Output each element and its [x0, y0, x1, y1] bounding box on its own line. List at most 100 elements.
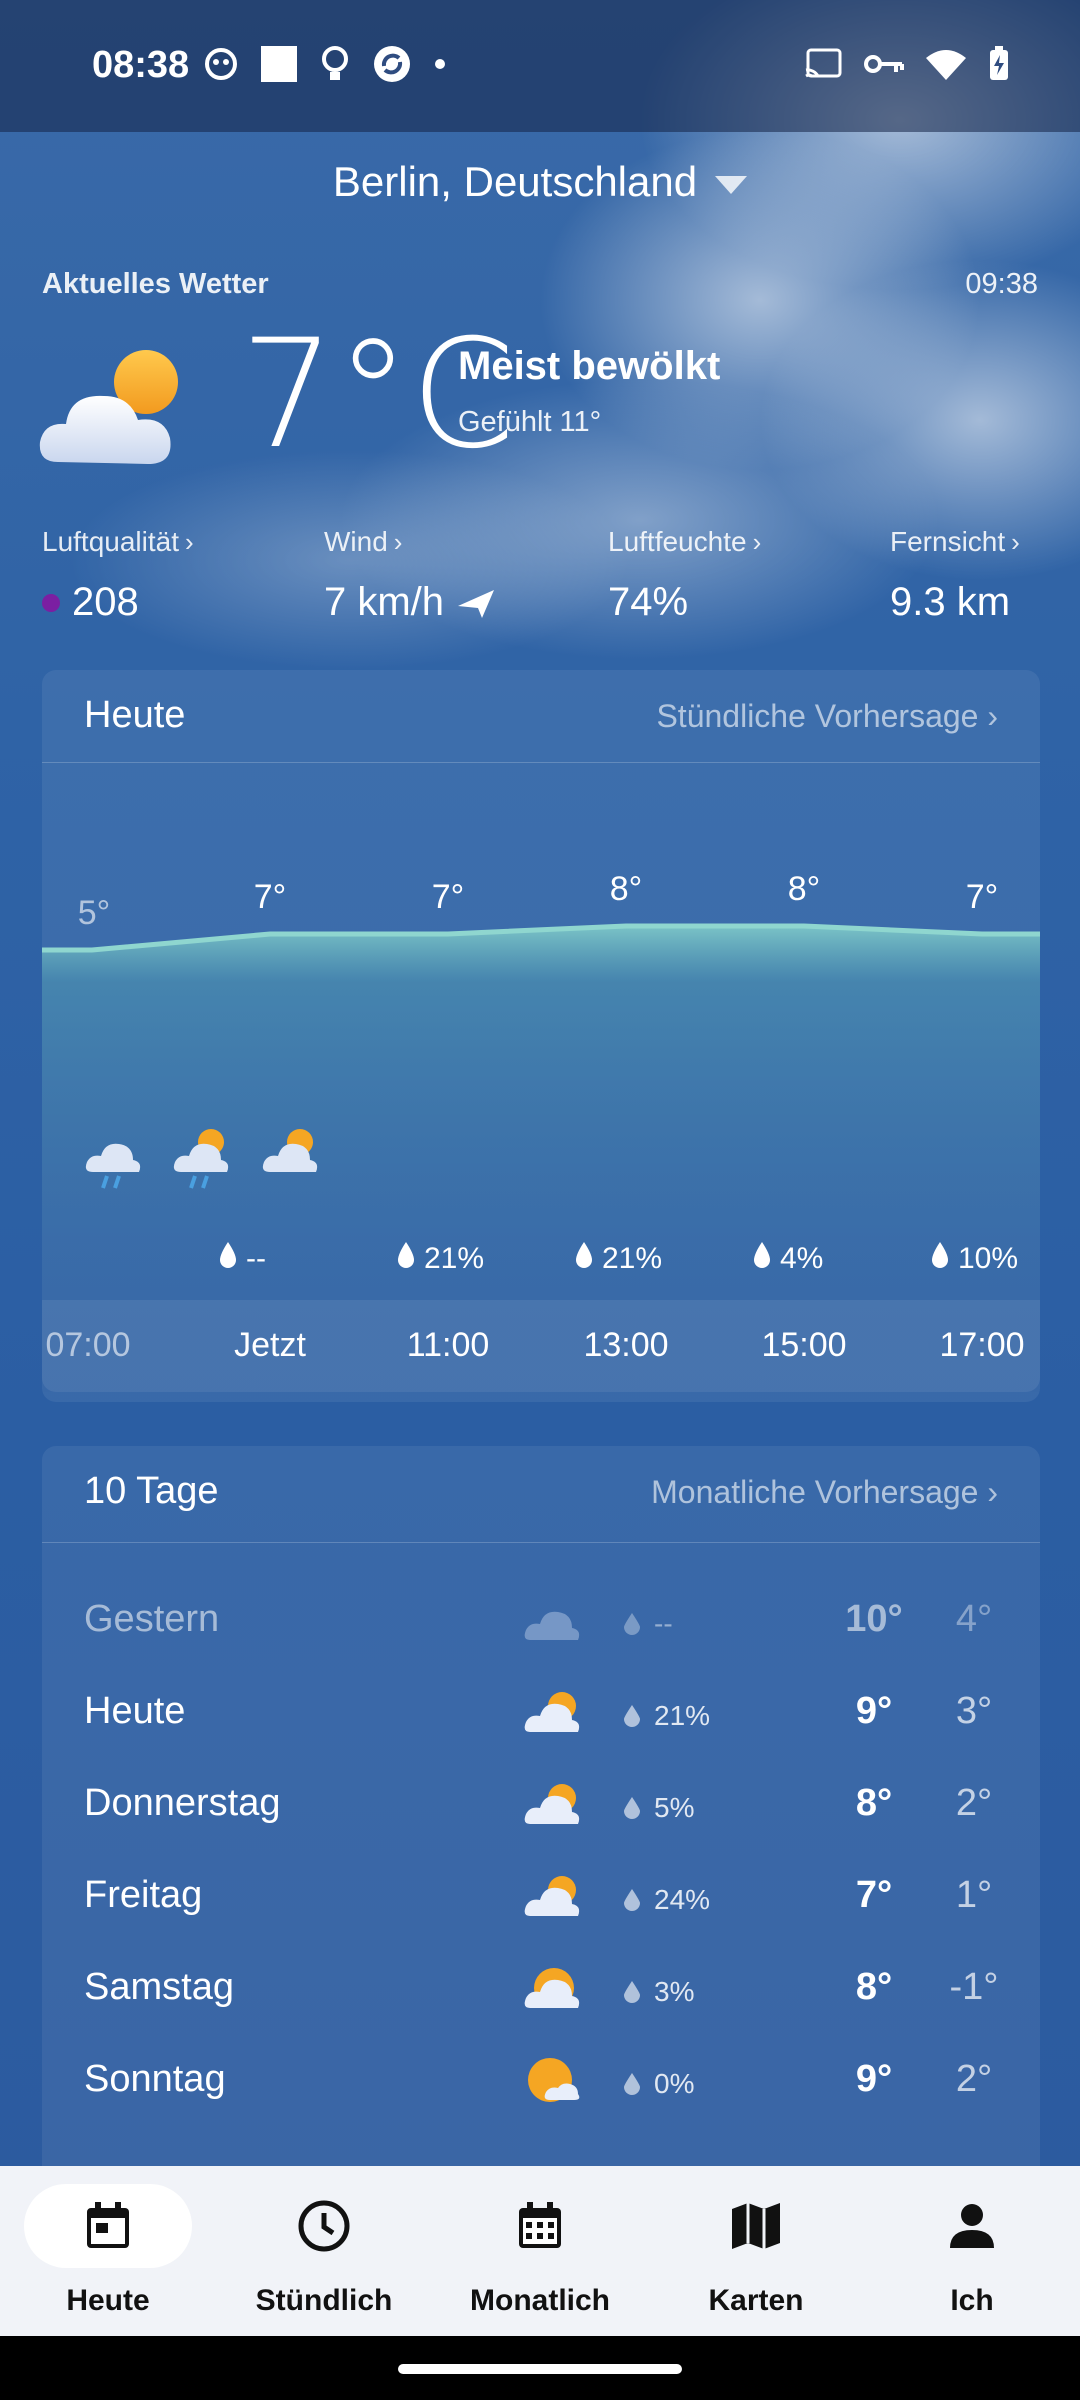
raindrop-icon: [624, 2073, 640, 2095]
metric-value: 7 km/h: [324, 580, 445, 624]
chevron-right-icon: ›: [987, 698, 998, 734]
calendar-month-icon: [519, 2202, 561, 2248]
monthly-forecast-link[interactable]: Monatliche Vorhersage ›: [651, 1474, 998, 1511]
day-low: -1°: [949, 1966, 999, 2008]
day-row[interactable]: Donnerstag 5% 8° 2°: [84, 1762, 1024, 1854]
hour-time-label[interactable]: 15:00: [761, 1326, 846, 1365]
metric-value: 9.3 km: [890, 580, 1011, 624]
hour-time-label[interactable]: 17:00: [939, 1326, 1024, 1365]
raindrop-icon: [624, 1705, 640, 1727]
day-low: 2°: [955, 1782, 993, 1824]
mostly-sunny-icon: [524, 1964, 582, 2014]
bottom-navigation: Heute Stündlich Monatlich Karten Ich: [0, 2166, 1080, 2336]
day-row[interactable]: Samstag 3% 8° -1°: [84, 1946, 1024, 2038]
partly-cloudy-icon: [39, 350, 178, 464]
nav-monatlich[interactable]: Monatlich: [432, 2184, 648, 2318]
ten-day-card-header: 10 Tage Monatliche Vorhersage ›: [42, 1446, 1040, 1543]
chevron-right-icon: ›: [1011, 527, 1020, 557]
vpn-key-icon: [864, 55, 904, 73]
hourly-card-header: Heute Stündliche Vorhersage ›: [42, 670, 1040, 763]
lightbulb-icon: [322, 46, 348, 80]
nav-label: Monatlich: [470, 2284, 610, 2317]
precipitation-value: 21%: [424, 1242, 484, 1275]
location-name: Berlin, Deutschland: [332, 158, 698, 205]
day-high: 10°: [845, 1598, 903, 1640]
partly-cloudy-icon: [524, 1688, 582, 1738]
sunny-cloud-icon: [524, 2056, 582, 2106]
updated-time: 09:38: [965, 268, 1038, 300]
day-precipitation: 3%: [624, 1976, 694, 2008]
raindrop-icon: [624, 1797, 640, 1819]
day-row[interactable]: Sonntag 0% 9° 2°: [84, 2038, 1024, 2130]
hour-temperature-label: 7°: [432, 878, 465, 916]
day-precipitation: --: [624, 1608, 673, 1640]
location-selector[interactable]: Berlin, Deutschland: [0, 158, 1080, 206]
day-precipitation: 0%: [624, 2068, 694, 2100]
hour-time-label[interactable]: Jetzt: [234, 1326, 306, 1365]
current-metrics: Luftqualität › 208 Wind › 7 km/h Luftfeuch…: [42, 526, 1042, 626]
metric-visibility[interactable]: Fernsicht › 9.3 km: [890, 526, 1020, 625]
nav-ich[interactable]: Ich: [864, 2184, 1080, 2318]
gesture-navigation-bar: [0, 2336, 1080, 2400]
day-low: 3°: [955, 1690, 993, 1732]
chevron-right-icon: ›: [393, 527, 403, 557]
hour-temperature-label: 8°: [610, 870, 643, 908]
day-high: 8°: [855, 1966, 893, 2008]
hour-temperature-label: 8°: [788, 870, 821, 908]
gesture-handle[interactable]: [398, 2364, 682, 2374]
metric-air-quality[interactable]: Luftqualität › 208: [42, 526, 194, 625]
sync-app-icon: [374, 46, 410, 82]
day-name: Heute: [84, 1690, 186, 1732]
day-low: 2°: [955, 2058, 993, 2100]
precipitation-value: 24%: [654, 1884, 711, 1915]
hour-time-label[interactable]: 11:00: [407, 1326, 490, 1365]
day-high: 9°: [855, 2058, 893, 2100]
cloud-icon: [524, 1596, 582, 1646]
metric-wind[interactable]: Wind › 7 km/h: [324, 526, 496, 625]
precipitation-value: 21%: [654, 1700, 711, 1731]
clock-icon: [298, 2200, 350, 2252]
hour-temperature-label: 7°: [254, 878, 287, 916]
nav-heute[interactable]: Heute: [0, 2184, 216, 2318]
day-name: Sonntag: [84, 2058, 226, 2100]
day-high: 9°: [855, 1690, 893, 1732]
day-precipitation: 24%: [624, 1884, 710, 1916]
partly-cloudy-icon: [524, 1872, 582, 1922]
day-name: Donnerstag: [84, 1782, 281, 1824]
day-precipitation: 5%: [624, 1792, 694, 1824]
square-notification-icon: [261, 46, 297, 82]
notification-app-icon: [205, 48, 237, 80]
nav-karten[interactable]: Karten: [648, 2184, 864, 2318]
chevron-right-icon: ›: [987, 1474, 998, 1510]
status-bar: 08:38: [0, 0, 1080, 132]
chevron-right-icon: ›: [752, 527, 762, 557]
metric-label: Wind: [324, 526, 388, 557]
metric-label: Fernsicht: [890, 526, 1006, 557]
chevron-down-icon: [715, 175, 748, 194]
status-time: 08:38: [92, 44, 190, 86]
metric-label: Luftfeuchte: [608, 526, 747, 557]
hourly-forecast-link[interactable]: Stündliche Vorhersage ›: [656, 698, 998, 735]
aqi-dot: [42, 593, 60, 612]
hour-time-label[interactable]: 13:00: [583, 1326, 668, 1365]
metric-value: 208: [72, 580, 139, 624]
ten-day-forecast-card: 10 Tage Monatliche Vorhersage › Gestern -…: [42, 1446, 1040, 2206]
nav-stuendlich[interactable]: Stündlich: [216, 2184, 432, 2318]
calendar-today-icon: [87, 2202, 129, 2248]
cast-icon: [805, 48, 842, 78]
day-row[interactable]: Gestern -- 10° 4°: [84, 1578, 1024, 1670]
nav-label: Ich: [950, 2284, 994, 2317]
day-precipitation: 21%: [624, 1700, 710, 1732]
nav-label: Stündlich: [255, 2284, 393, 2317]
hour-time-label[interactable]: 07:00: [45, 1326, 130, 1365]
link-label: Stündliche Vorhersage: [656, 698, 979, 734]
current-temperature: 7°C: [240, 308, 516, 482]
hourly-times-row[interactable]: 07:00 Jetzt 11:00 13:00 15:00 17:00: [42, 1300, 1040, 1392]
hourly-temperature-chart: 5° 7° -- 7° 21% 8° 21% 8° 4% 7° 10%: [42, 870, 1040, 1392]
precipitation-value: 3%: [654, 1976, 695, 2007]
day-high: 8°: [855, 1782, 893, 1824]
current-weather-label: Aktuelles Wetter: [42, 268, 269, 300]
day-row[interactable]: Heute 21% 9° 3°: [84, 1670, 1024, 1762]
day-row[interactable]: Freitag 24% 7° 1°: [84, 1854, 1024, 1946]
metric-humidity[interactable]: Luftfeuchte › 74%: [608, 526, 761, 625]
